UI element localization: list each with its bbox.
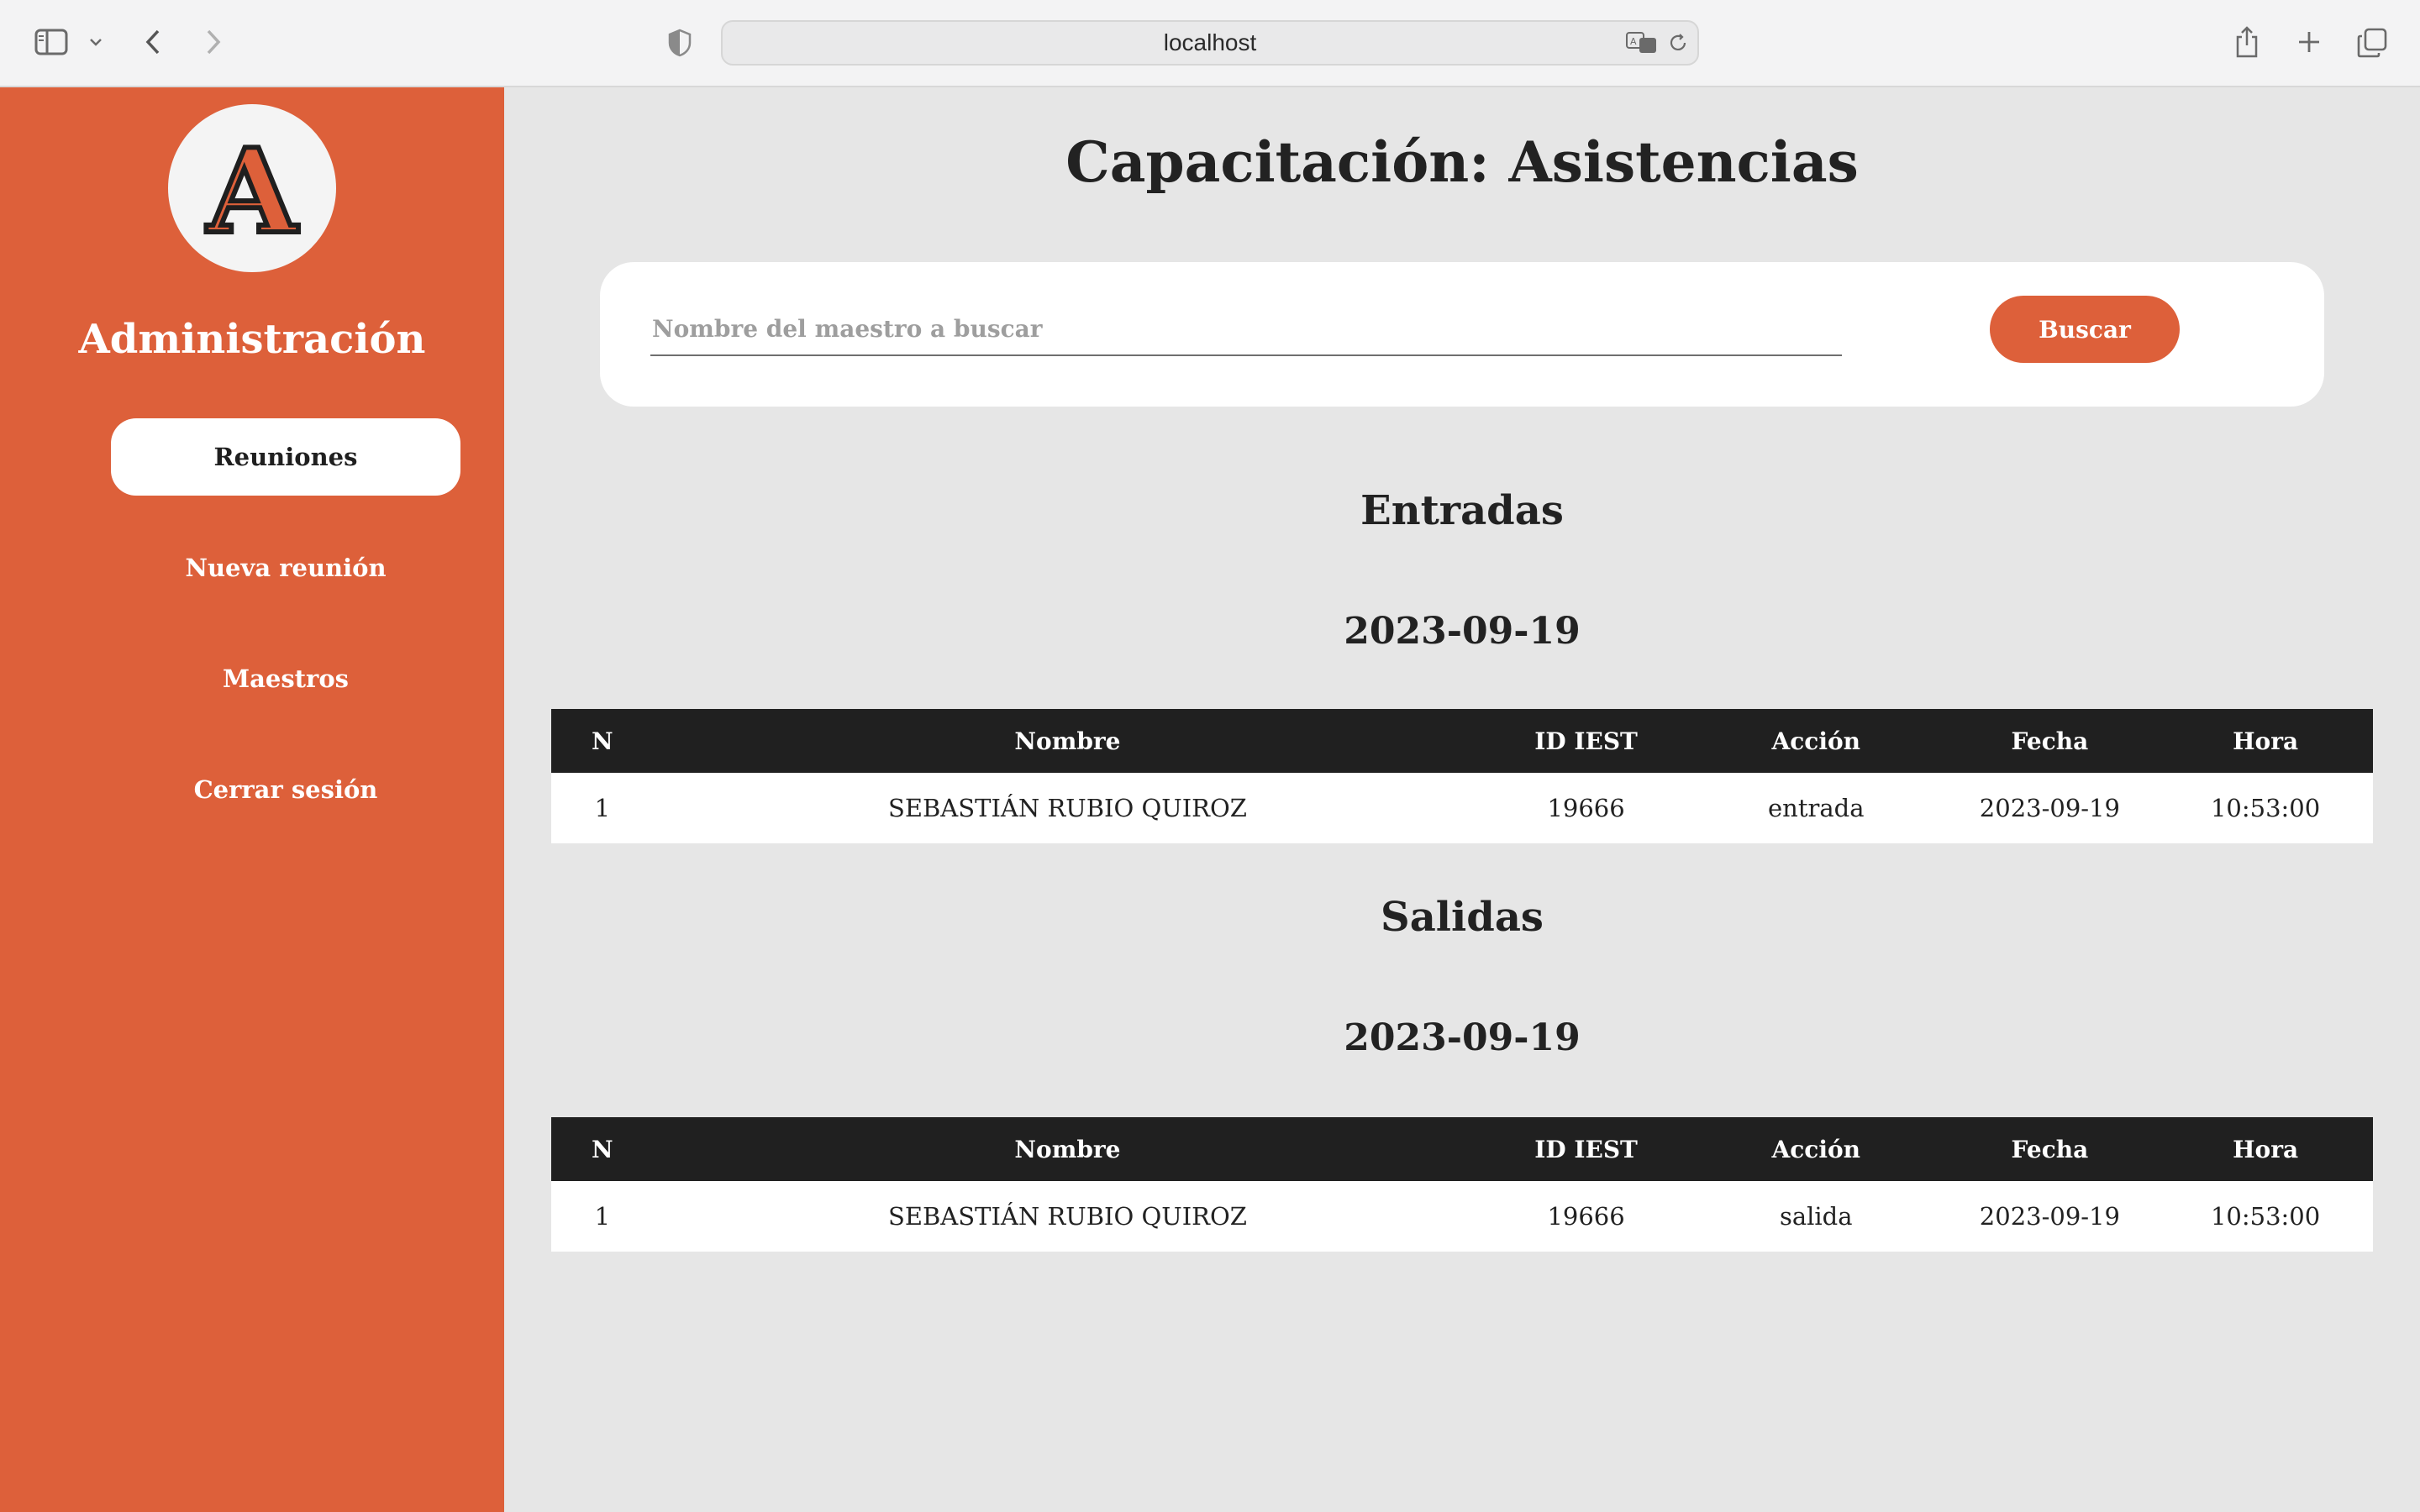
column-header-nombre: Nombre <box>1014 727 1121 755</box>
page-title: Capacitación: Asistencias <box>1065 129 1859 195</box>
new-tab-icon[interactable] <box>2292 25 2326 59</box>
chevron-down-icon[interactable] <box>86 30 106 54</box>
table-header: N Nombre ID IEST Acción Fecha Hora <box>551 1117 2373 1181</box>
sidebar-item-nueva-reunion[interactable]: Nueva reunión <box>111 529 460 606</box>
svg-text:A: A <box>1630 36 1637 47</box>
browser-toolbar: localhost A <box>0 0 2420 87</box>
salidas-table: N Nombre ID IEST Acción Fecha Hora 1 SEB… <box>551 1117 2373 1252</box>
sidebar: A Administración Reuniones Nueva reunión… <box>0 87 504 1512</box>
entradas-table: N Nombre ID IEST Acción Fecha Hora 1 SEB… <box>551 709 2373 843</box>
column-header-id-iest: ID IEST <box>1534 1135 1638 1163</box>
logo: A <box>168 104 336 272</box>
table-header: N Nombre ID IEST Acción Fecha Hora <box>551 709 2373 773</box>
section-heading-entradas: Entradas <box>1360 487 1564 534</box>
cell-hora: 10:53:00 <box>2210 794 2321 822</box>
tab-overview-icon[interactable] <box>2354 25 2390 60</box>
column-header-nombre: Nombre <box>1014 1135 1121 1163</box>
date-heading-salidas: 2023-09-19 <box>1344 1016 1581 1059</box>
search-card: Buscar <box>600 262 2324 407</box>
url-text: localhost <box>1163 29 1257 55</box>
cell-id-iest: 19666 <box>1547 1202 1625 1231</box>
table-row: 1 SEBASTIÁN RUBIO QUIROZ 19666 entrada 2… <box>551 773 2373 843</box>
column-header-accion: Acción <box>1771 1135 1861 1163</box>
column-header-n: N <box>592 727 613 755</box>
cell-accion: salida <box>1779 1202 1853 1231</box>
column-header-hora: Hora <box>2233 727 2299 755</box>
cell-fecha: 2023-09-19 <box>1979 794 2120 822</box>
date-heading-entradas: 2023-09-19 <box>1344 610 1581 653</box>
search-input[interactable] <box>650 302 1842 356</box>
translate-icon[interactable]: A <box>1625 30 1659 55</box>
logo-letter: A <box>204 123 299 260</box>
main-content: Capacitación: Asistencias Buscar Entrada… <box>504 87 2420 1512</box>
sidebar-title: Administración <box>78 316 426 363</box>
cell-hora: 10:53:00 <box>2210 1202 2321 1231</box>
back-icon[interactable] <box>138 24 168 60</box>
column-header-hora: Hora <box>2233 1135 2299 1163</box>
column-header-n: N <box>592 1135 613 1163</box>
address-bar[interactable]: localhost A <box>721 20 1699 66</box>
cell-id-iest: 19666 <box>1547 794 1625 822</box>
reload-icon[interactable] <box>1665 30 1691 55</box>
table-row: 1 SEBASTIÁN RUBIO QUIROZ 19666 salida 20… <box>551 1181 2373 1252</box>
cell-n: 1 <box>594 1202 611 1231</box>
share-icon[interactable] <box>2230 22 2264 62</box>
cell-n: 1 <box>594 794 611 822</box>
sidebar-item-maestros[interactable]: Maestros <box>111 640 460 717</box>
column-header-id-iest: ID IEST <box>1534 727 1638 755</box>
cell-nombre: SEBASTIÁN RUBIO QUIROZ <box>887 1202 1247 1231</box>
column-header-fecha: Fecha <box>2011 1135 2089 1163</box>
cell-nombre: SEBASTIÁN RUBIO QUIROZ <box>887 794 1247 822</box>
sidebar-item-reuniones[interactable]: Reuniones <box>111 418 460 496</box>
sidebar-toggle-icon[interactable] <box>32 25 71 59</box>
section-heading-salidas: Salidas <box>1381 894 1544 941</box>
forward-icon[interactable] <box>198 24 229 60</box>
cell-fecha: 2023-09-19 <box>1979 1202 2120 1231</box>
cell-accion: entrada <box>1768 794 1865 822</box>
column-header-fecha: Fecha <box>2011 727 2089 755</box>
search-button[interactable]: Buscar <box>1990 296 2180 363</box>
column-header-accion: Acción <box>1771 727 1861 755</box>
privacy-shield-icon[interactable] <box>664 25 696 60</box>
sidebar-item-cerrar-sesion[interactable]: Cerrar sesión <box>111 751 460 828</box>
